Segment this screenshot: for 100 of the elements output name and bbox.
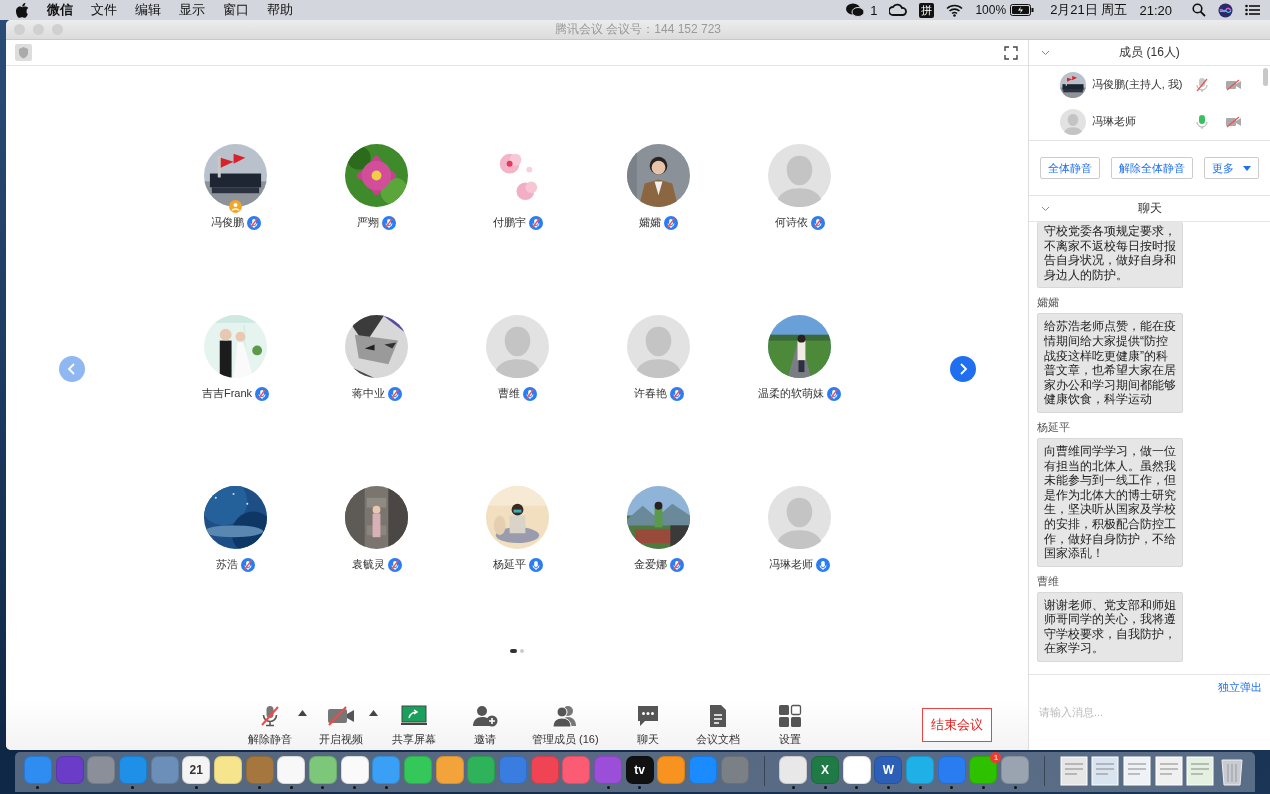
app-icon[interactable]: tv xyxy=(625,756,654,784)
member-name: 冯琳老师 xyxy=(1092,114,1137,129)
participant-name: 杨延平 xyxy=(492,557,526,572)
page-indicator-dot[interactable] xyxy=(520,649,524,653)
menu-bar-clock[interactable]: 21:20 xyxy=(1139,2,1172,18)
participant-name: 许春艳 xyxy=(633,386,667,401)
chat-bubbles-icon[interactable] xyxy=(846,3,865,17)
toolbar-button[interactable]: 邀请 xyxy=(459,703,511,747)
participant-name: 冯俊鹏 xyxy=(210,215,244,230)
document-thumbnail-icon[interactable] xyxy=(1186,756,1215,786)
caret-icon xyxy=(1243,165,1251,171)
participant-name: 孀孀 xyxy=(639,215,661,230)
member-name: 冯俊鹏(主持人, 我) xyxy=(1092,77,1184,92)
app-icon[interactable] xyxy=(277,756,306,784)
participant-name: 蒋中业 xyxy=(351,386,385,401)
notification-count: 1 xyxy=(870,2,878,18)
search-icon[interactable] xyxy=(1192,3,1206,17)
document-thumbnail-icon[interactable] xyxy=(1091,756,1120,786)
collapse-chevron-icon[interactable] xyxy=(1041,50,1050,56)
caret-icon[interactable] xyxy=(298,709,307,716)
sender-name: 孀孀 xyxy=(1037,296,1059,310)
scrollbar-thumb[interactable] xyxy=(1263,68,1268,86)
end-meeting-button[interactable]: 结束会议 xyxy=(922,708,992,742)
panel-button[interactable]: 更多 xyxy=(1204,157,1259,179)
person-silhouette-icon xyxy=(768,486,831,549)
trash-icon[interactable] xyxy=(1220,756,1245,786)
muted-mic-icon xyxy=(258,703,282,728)
muted-mic-icon[interactable] xyxy=(1196,76,1208,93)
apple-logo-icon[interactable] xyxy=(16,2,29,18)
participant-name: 冯琳老师 xyxy=(769,557,813,572)
battery-percentage: 100% xyxy=(975,3,1007,17)
participant-name: 严翙 xyxy=(357,215,379,230)
sender-name: 杨延平 xyxy=(1037,420,1070,434)
menu-item[interactable]: 文件 xyxy=(91,1,117,19)
document-thumbnail-icon[interactable] xyxy=(1123,756,1152,786)
person-silhouette-icon xyxy=(1060,108,1086,135)
video-off-icon[interactable] xyxy=(1226,115,1242,128)
participant-name: 温柔的软萌妹 xyxy=(758,386,824,401)
participant-name: 何诗依 xyxy=(774,215,808,230)
cloud-icon[interactable] xyxy=(889,3,908,17)
participant-name: 曹维 xyxy=(498,386,520,401)
app-icon[interactable] xyxy=(842,756,871,784)
menu-item[interactable]: 微信 xyxy=(47,1,73,19)
add-person-icon xyxy=(471,703,499,728)
participant-name: 吉吉Frank xyxy=(201,386,253,401)
toolbar-button[interactable]: 开启视频 xyxy=(313,703,369,747)
message-bubble: 给苏浩老师点赞，能在疫情期间给大家提供“防控战疫这样吃更健康”的科普文章，也希望大家在居家办公和学习期间都能够健康饮食，科学运动 xyxy=(1037,313,1183,413)
panel-button[interactable]: 全体静音 xyxy=(1040,157,1100,179)
document-thumbnail-icon[interactable] xyxy=(1154,756,1183,786)
document-thumbnail-icon[interactable] xyxy=(1059,756,1088,786)
list-icon[interactable] xyxy=(1245,4,1260,16)
toolbar-button[interactable]: 管理成员 (16) xyxy=(526,703,605,747)
person-silhouette-icon xyxy=(768,144,831,207)
video-off-icon[interactable] xyxy=(1226,78,1242,91)
panel-button[interactable]: 解除全体静音 xyxy=(1111,157,1193,179)
person-silhouette-icon xyxy=(486,315,549,378)
mic-icon[interactable] xyxy=(1196,113,1208,130)
app-icon[interactable] xyxy=(657,756,686,784)
chat-icon xyxy=(635,703,660,728)
person-silhouette-icon xyxy=(627,315,690,378)
popout-link[interactable]: 独立弹出 xyxy=(1218,680,1262,695)
app-icon[interactable] xyxy=(779,756,808,784)
shield-icon[interactable] xyxy=(15,44,32,61)
app-icon[interactable]: X xyxy=(811,756,839,784)
input-method-indicator[interactable]: 拼 xyxy=(919,2,935,18)
wifi-icon[interactable] xyxy=(946,3,964,17)
menu-item[interactable]: 帮助 xyxy=(267,1,293,19)
toolbar-button[interactable]: 聊天 xyxy=(621,703,674,747)
participant-name: 付鹏宇 xyxy=(492,215,526,230)
toolbar-button[interactable]: 会议文档 xyxy=(689,703,746,747)
panel-title: 聊天 xyxy=(1137,200,1162,217)
app-icon[interactable]: W xyxy=(874,756,903,784)
toolbar-button[interactable]: 设置 xyxy=(763,703,816,747)
menu-item[interactable]: 编辑 xyxy=(135,1,161,19)
message-bubble: 守校党委各项规定要求，不离家不返校每日按时报告自身状况，做好自身和身边人的防护。 xyxy=(1037,222,1183,289)
app-icon[interactable] xyxy=(213,756,242,784)
next-page-button[interactable] xyxy=(950,356,976,382)
participant-name: 金爱娜 xyxy=(633,557,667,572)
app-icon[interactable] xyxy=(308,756,337,784)
app-icon[interactable]: 21 xyxy=(182,756,211,784)
app-icon[interactable] xyxy=(435,756,464,784)
notification-badge: 1 xyxy=(990,752,1002,763)
app-icon[interactable] xyxy=(403,756,432,784)
caret-icon[interactable] xyxy=(369,709,378,716)
app-icon[interactable] xyxy=(906,756,935,784)
window-title: 腾讯会议 会议号：144 152 723 xyxy=(554,21,722,38)
screen-share-icon xyxy=(400,703,428,728)
fullscreen-icon[interactable] xyxy=(1004,45,1018,60)
toolbar-button[interactable]: 解除静音 xyxy=(242,703,298,747)
siri-icon[interactable] xyxy=(1218,2,1233,18)
panel-title: 成员 (16人) xyxy=(1119,44,1180,61)
toolbar-button[interactable]: 共享屏幕 xyxy=(386,703,442,747)
participant-name: 袁毓灵 xyxy=(351,557,385,572)
menu-item[interactable]: 窗口 xyxy=(223,1,249,19)
message-bubble: 谢谢老师、党支部和师姐师哥同学的关心，我将遵守学校要求，自我防护，在家学习。 xyxy=(1037,591,1183,663)
app-icon[interactable] xyxy=(340,756,369,784)
collapse-chevron-icon[interactable] xyxy=(1041,206,1050,212)
sender-name: 曹维 xyxy=(1037,574,1059,588)
menu-item[interactable]: 显示 xyxy=(179,1,205,19)
battery-icon[interactable] xyxy=(1010,4,1035,16)
